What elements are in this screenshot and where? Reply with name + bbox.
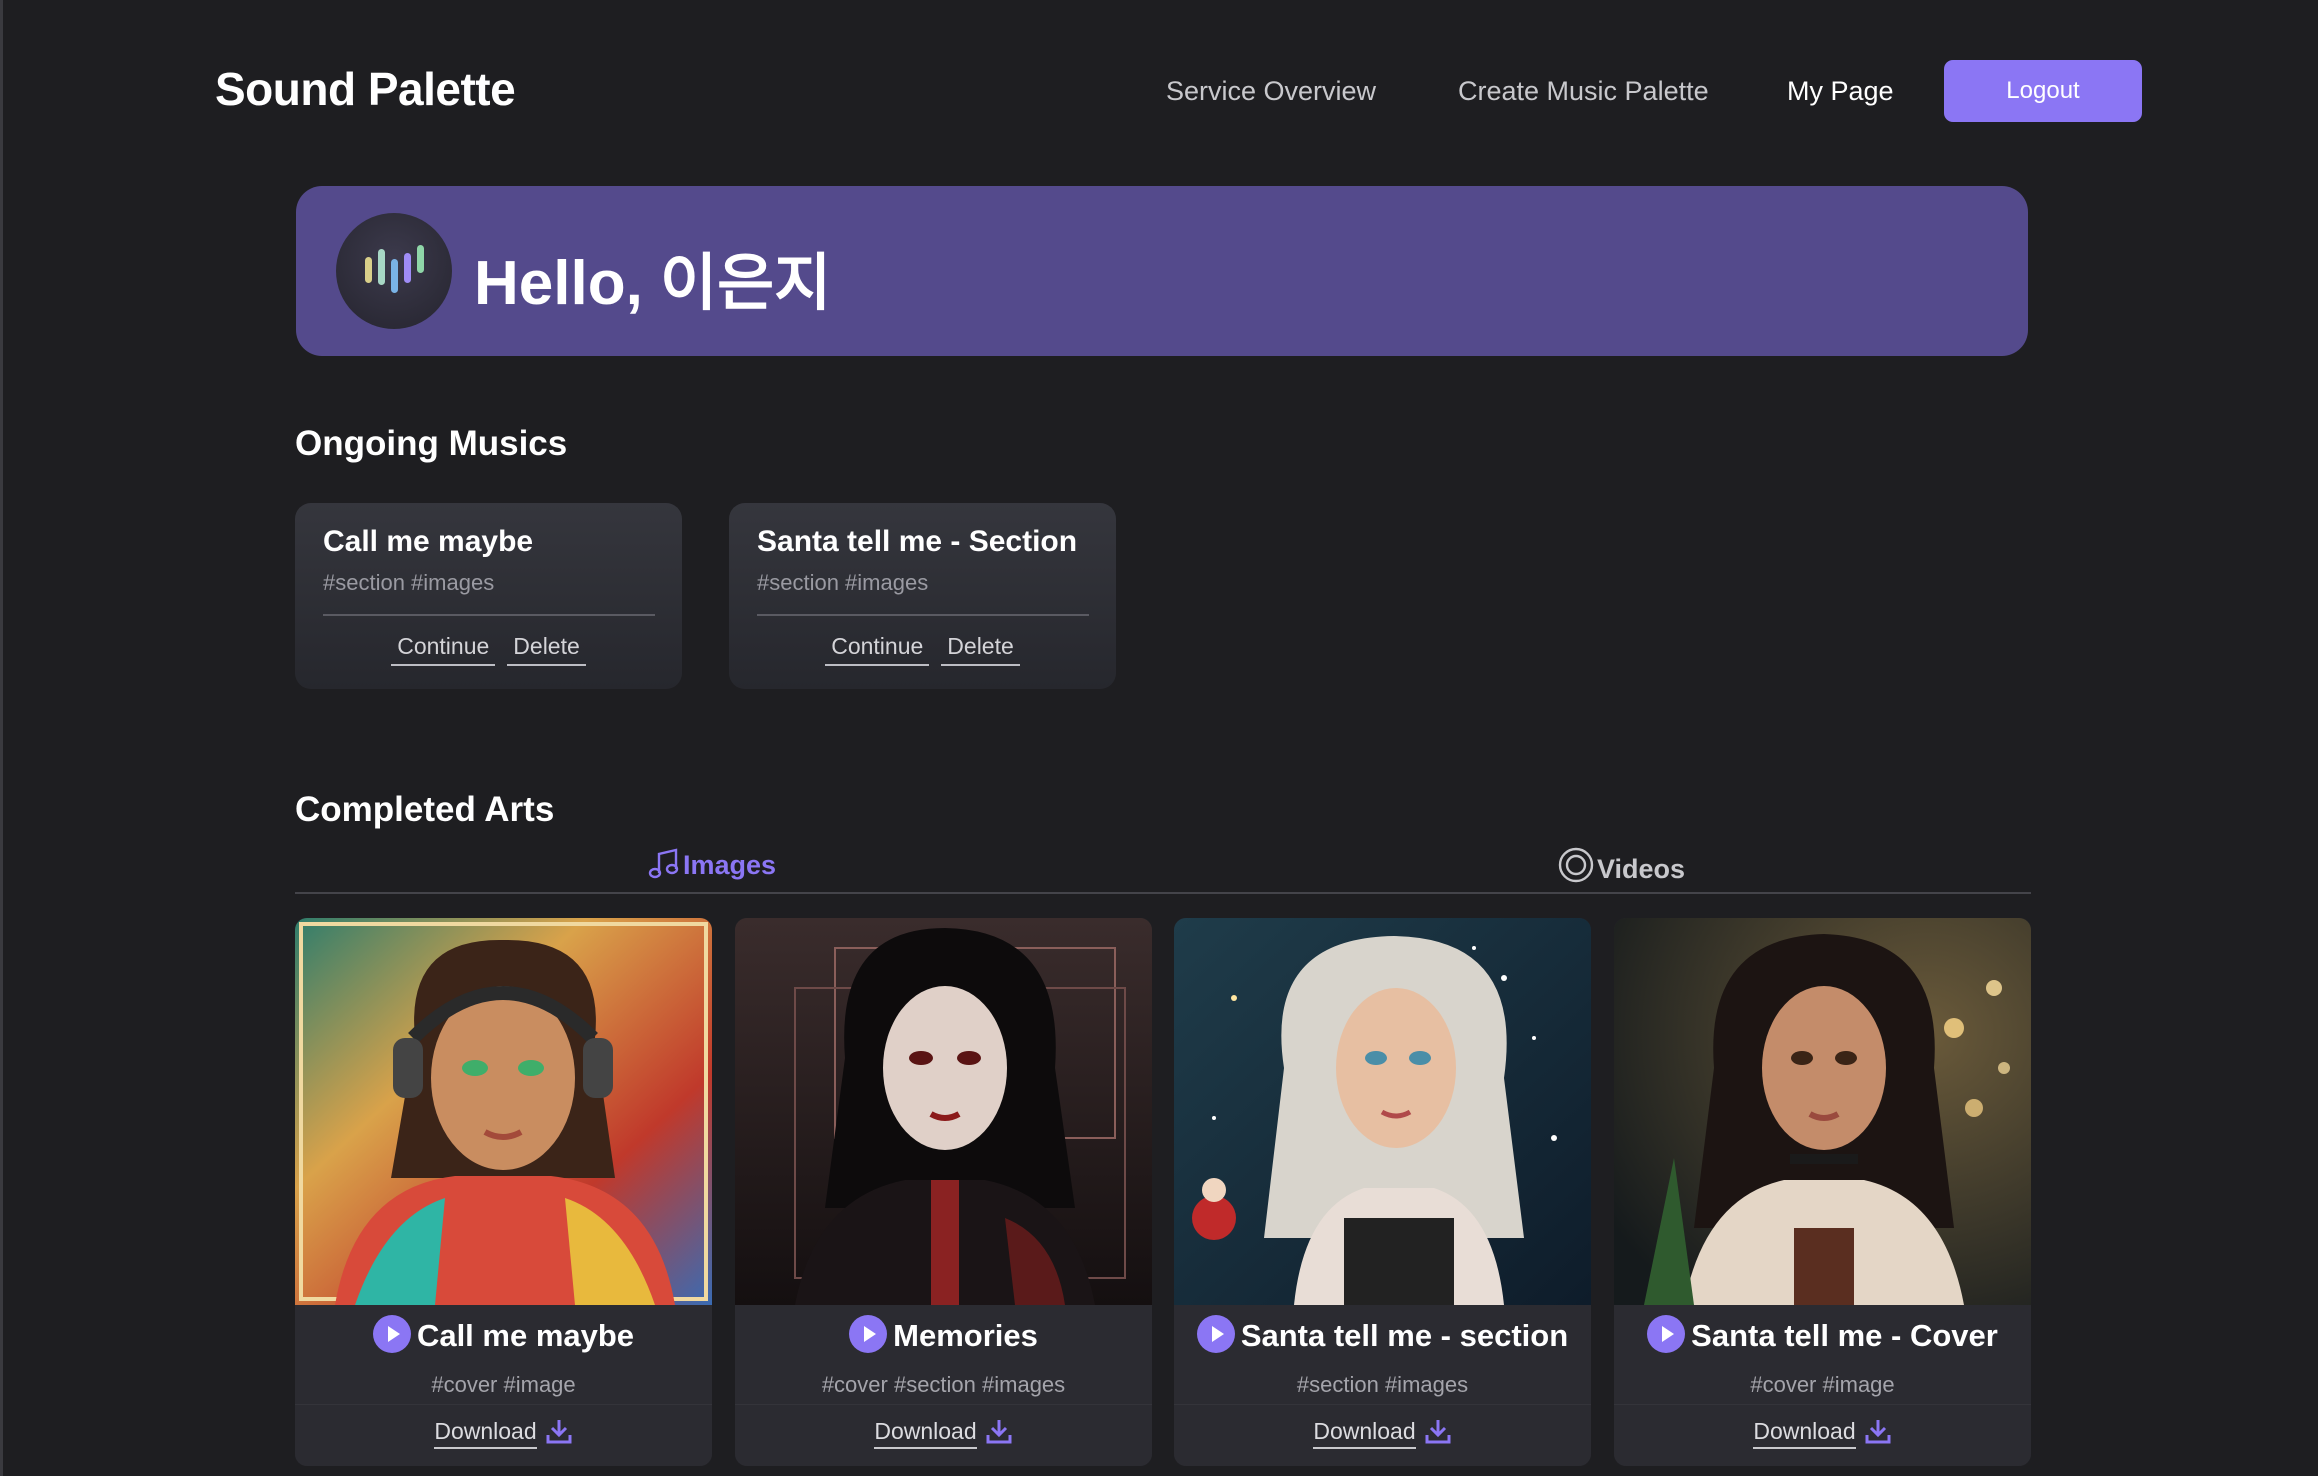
tab-videos[interactable]: Videos: [1557, 846, 1685, 885]
art-download-row: Download: [1614, 1404, 2031, 1466]
download-button[interactable]: Download: [434, 1417, 572, 1449]
ongoing-section-title: Ongoing Musics: [295, 424, 568, 463]
art-download-row: Download: [295, 1404, 712, 1466]
play-icon[interactable]: [372, 1315, 411, 1353]
top-nav: Service Overview Create Music Palette My…: [3, 60, 2318, 122]
art-card: Santa tell me - section #section #images…: [1174, 918, 1591, 1466]
ongoing-card-title: Santa tell me - Section: [757, 525, 1078, 558]
download-label: Download: [874, 1418, 977, 1449]
art-cover-image[interactable]: [295, 918, 712, 1305]
download-label: Download: [1753, 1418, 1856, 1449]
art-card: Santa tell me - Cover #cover #image Down…: [1614, 918, 2031, 1466]
delete-button[interactable]: Delete: [507, 633, 586, 666]
art-cover-image[interactable]: [735, 918, 1152, 1305]
art-tags: #section #images: [1296, 1372, 1469, 1397]
tab-videos-label: Videos: [1597, 854, 1686, 884]
divider: [323, 614, 655, 616]
ongoing-card-tags: #section #images: [757, 570, 929, 595]
art-title: Call me maybe: [416, 1318, 635, 1353]
art-title: Memories: [893, 1318, 1038, 1353]
continue-button[interactable]: Continue: [825, 633, 930, 666]
download-label: Download: [434, 1418, 537, 1449]
art-info: Santa tell me - section #section #images…: [1174, 1305, 1591, 1466]
art-title-row: Call me maybe: [295, 1315, 712, 1354]
tab-images-label: Images: [683, 850, 777, 880]
art-card: Call me maybe #cover #image Download: [295, 918, 712, 1466]
art-card: Memories #cover #section #images Downloa…: [735, 918, 1152, 1466]
logout-button[interactable]: Logout: [1944, 60, 2142, 122]
video-circle-icon: [1558, 847, 1594, 883]
art-download-row: Download: [735, 1404, 1152, 1466]
art-info: Memories #cover #section #images Downloa…: [735, 1305, 1152, 1466]
art-title: Santa tell me - section: [1240, 1318, 1569, 1353]
play-icon[interactable]: [1647, 1315, 1686, 1353]
art-title-row: Santa tell me - section: [1174, 1315, 1591, 1354]
ongoing-card-tags: #section #images: [323, 570, 495, 595]
art-info: Santa tell me - Cover #cover #image Down…: [1614, 1305, 2031, 1466]
nav-service-overview[interactable]: Service Overview: [1166, 76, 1376, 107]
play-icon[interactable]: [849, 1315, 888, 1353]
completed-section-title: Completed Arts: [295, 790, 555, 829]
divider: [757, 614, 1089, 616]
ongoing-card: Santa tell me - Section #section #images…: [729, 503, 1116, 689]
sound-wave-icon: [365, 245, 424, 293]
play-icon[interactable]: [1196, 1315, 1235, 1353]
art-type-tabs: Images Videos: [295, 842, 2031, 894]
continue-button[interactable]: Continue: [391, 633, 496, 666]
ongoing-card-title: Call me maybe: [323, 525, 534, 558]
download-icon: [1865, 1420, 1891, 1444]
greeting-banner: Hello, 이은지: [296, 186, 2028, 356]
ongoing-card-actions: Continue Delete: [729, 633, 1116, 666]
download-icon: [986, 1420, 1012, 1444]
download-button[interactable]: Download: [1313, 1417, 1451, 1449]
art-title-row: Memories: [735, 1315, 1152, 1354]
art-cover-image[interactable]: [1174, 918, 1591, 1305]
art-tags: #cover #image: [431, 1372, 576, 1397]
page: Sound Palette Service Overview Create Mu…: [0, 0, 2318, 1476]
art-title-row: Santa tell me - Cover: [1614, 1315, 2031, 1354]
art-title: Santa tell me - Cover: [1691, 1318, 1998, 1353]
download-button[interactable]: Download: [874, 1417, 1012, 1449]
art-cover-image[interactable]: [1614, 918, 2031, 1305]
download-label: Download: [1313, 1418, 1416, 1449]
art-info: Call me maybe #cover #image Download: [295, 1305, 712, 1466]
download-icon: [1425, 1420, 1451, 1444]
art-tags: #cover #image: [1750, 1372, 1895, 1397]
greeting-text: Hello, 이은지: [474, 249, 832, 318]
nav-create-music-palette[interactable]: Create Music Palette: [1458, 76, 1709, 107]
download-icon: [546, 1420, 572, 1444]
ongoing-card-actions: Continue Delete: [295, 633, 682, 666]
music-note-icon: [648, 848, 679, 879]
art-download-row: Download: [1174, 1404, 1591, 1466]
ongoing-card: Call me maybe #section #images Continue …: [295, 503, 682, 689]
delete-button[interactable]: Delete: [941, 633, 1020, 666]
nav-my-page[interactable]: My Page: [1787, 76, 1894, 107]
avatar: [336, 213, 452, 329]
download-button[interactable]: Download: [1753, 1417, 1891, 1449]
tab-images[interactable]: Images: [647, 846, 776, 881]
art-tags: #cover #section #images: [821, 1372, 1066, 1397]
